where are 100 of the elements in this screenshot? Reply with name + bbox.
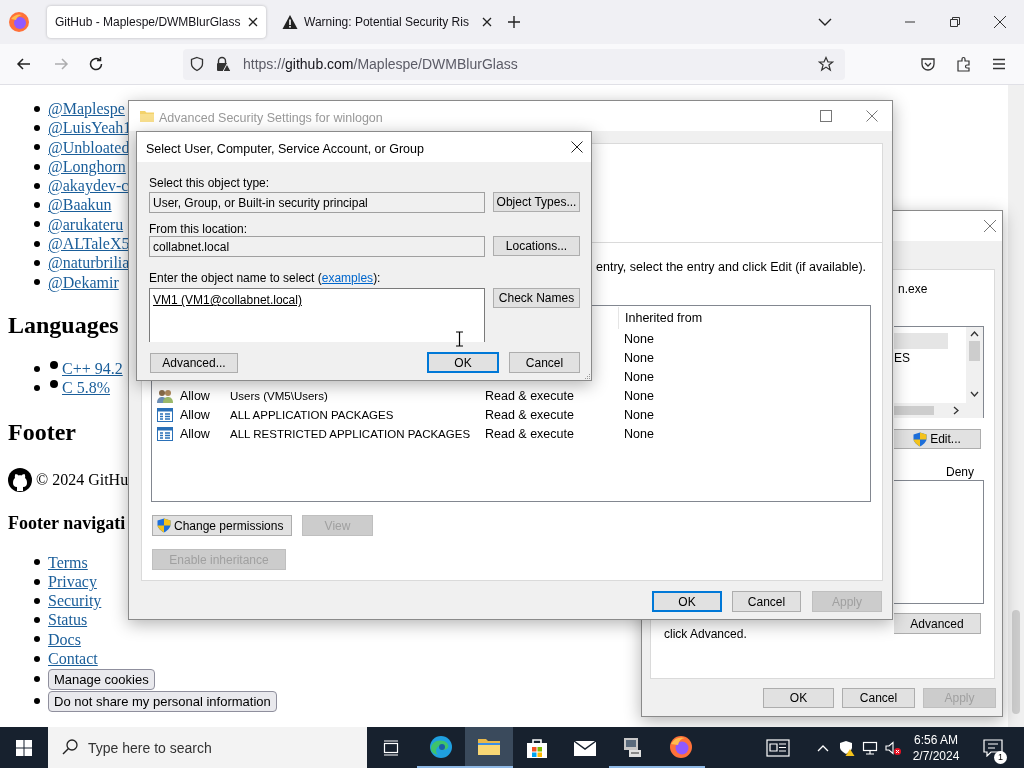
advanced-button[interactable]: Advanced...: [150, 353, 238, 373]
list-item[interactable]: ES: [894, 349, 910, 367]
contributor-link[interactable]: @Longhorn: [48, 156, 126, 177]
contributor-link[interactable]: @Unbloated: [48, 137, 130, 157]
footer-link[interactable]: Docs: [48, 629, 81, 650]
notification-icon[interactable]: [983, 739, 1003, 758]
close-icon[interactable]: [482, 17, 492, 27]
cookies-button[interactable]: Manage cookies: [48, 668, 155, 690]
footer-link[interactable]: Terms: [48, 552, 88, 572]
object-name-field[interactable]: VM1 (VM1@collabnet.local): [149, 288, 485, 342]
lock-warning-icon[interactable]: [215, 56, 231, 72]
browser-icon: [669, 734, 693, 759]
bullet-icon: [34, 636, 40, 643]
object-type-field[interactable]: User, Group, or Built-in security principal: [149, 192, 485, 213]
table-cell: Allow: [180, 427, 210, 442]
bullet-icon: [50, 360, 58, 369]
column-header[interactable]: Inherited from: [618, 307, 870, 329]
windows-icon: [16, 739, 32, 756]
contributor-link[interactable]: @akaydev-c: [48, 176, 129, 196]
maximize-icon[interactable]: [820, 110, 832, 122]
location-field[interactable]: collabnet.local: [149, 236, 485, 257]
logo-icon[interactable]: [8, 467, 32, 492]
shield-icon: [913, 431, 928, 447]
bullet-icon: [34, 240, 40, 247]
footer-link[interactable]: Status: [48, 610, 88, 630]
bullet-icon: [34, 144, 40, 151]
network-icon[interactable]: [862, 739, 878, 756]
cancel-button[interactable]: Cancel: [509, 352, 580, 373]
pocket-icon[interactable]: [920, 56, 936, 72]
star-icon[interactable]: [818, 56, 834, 72]
contributor-link[interactable]: @LuisYeah1: [48, 118, 132, 138]
table-cell: Read & execute: [485, 408, 574, 423]
examples-link[interactable]: examples: [321, 271, 374, 285]
shield-icon[interactable]: [189, 56, 205, 72]
close-icon[interactable]: [248, 17, 258, 27]
contributor-link[interactable]: @arukateru: [48, 214, 124, 235]
instruction-text: entry, select the entry and click Edit (if available).: [596, 259, 867, 276]
scrollbar-thumb[interactable]: [1012, 610, 1020, 714]
browser-tab[interactable]: GitHub - Maplespe/DWMBlurGlass: [47, 6, 266, 38]
footer-link[interactable]: Privacy: [48, 571, 97, 592]
contributor-link[interactable]: @naturbrilia: [48, 253, 130, 273]
list-box[interactable]: ES: [894, 326, 984, 418]
contributor-link[interactable]: @Maplespe: [48, 99, 125, 119]
bullet-icon: [34, 163, 40, 170]
browser-tab[interactable]: Warning: Potential Security Ris: [274, 6, 500, 38]
text-cursor-icon: [455, 331, 464, 347]
scrollbar[interactable]: [966, 327, 983, 403]
file-name-text: n.exe: [898, 281, 928, 298]
bullet-icon: [50, 379, 58, 388]
language-link[interactable]: C 5.8%: [62, 378, 110, 398]
bullet-icon: [34, 698, 40, 705]
reload-icon[interactable]: [88, 56, 104, 72]
scrollbar[interactable]: [894, 403, 983, 418]
bullet-icon: [34, 105, 40, 112]
task-view-icon: [383, 739, 399, 756]
scrollbar[interactable]: [1008, 85, 1024, 727]
bullet-icon: [34, 124, 40, 131]
locations-button[interactable]: Locations...: [493, 236, 580, 256]
cancel-button[interactable]: Cancel: [732, 591, 801, 612]
cancel-button[interactable]: Cancel: [842, 688, 915, 708]
change-permissions-button[interactable]: Change permissions: [152, 515, 292, 536]
news-icon[interactable]: [766, 738, 790, 757]
section-heading: Footer: [8, 417, 76, 446]
restore-icon[interactable]: [947, 14, 963, 30]
privacy-button[interactable]: Do not share my personal information: [48, 690, 277, 712]
scrollbar-thumb[interactable]: [894, 406, 934, 415]
shield-icon[interactable]: [839, 739, 855, 756]
ok-button[interactable]: OK: [652, 591, 722, 612]
contributor-link[interactable]: @Dekamir: [48, 272, 119, 292]
puzzle-icon[interactable]: [956, 56, 972, 72]
taskbar-button[interactable]: [465, 727, 513, 768]
scrollbar-thumb[interactable]: [969, 341, 980, 361]
search-field[interactable]: Type here to search: [48, 727, 367, 768]
copyright-text: © 2024 GitHu: [36, 469, 129, 490]
ok-button[interactable]: OK: [763, 688, 834, 708]
contributor-link[interactable]: @Baakun: [48, 195, 112, 215]
note-text: click Advanced.: [664, 626, 747, 643]
back-icon[interactable]: [16, 56, 32, 72]
muted-speaker-icon[interactable]: [885, 739, 901, 756]
folder-icon: [139, 108, 155, 124]
table-cell: Users (VM5\Users): [230, 389, 328, 404]
language-link[interactable]: C++ 94.2: [62, 358, 123, 379]
clock[interactable]: 6:56 AM 2/7/2024: [906, 731, 966, 764]
close-icon[interactable]: [992, 14, 1008, 30]
menu-icon[interactable]: [991, 56, 1007, 72]
resize-grip-icon[interactable]: [583, 372, 591, 380]
check-names-button[interactable]: Check Names: [493, 288, 580, 308]
footer-link[interactable]: Contact: [48, 649, 98, 669]
close-icon[interactable]: [571, 141, 583, 153]
plus-icon[interactable]: [506, 14, 522, 30]
ok-button[interactable]: OK: [427, 352, 499, 373]
advanced-button[interactable]: Advanced: [894, 613, 981, 634]
bullet-icon: [34, 365, 40, 372]
object-types-button[interactable]: Object Types...: [493, 192, 580, 212]
contributor-link[interactable]: @ALTaleX5: [48, 234, 130, 254]
footer-link[interactable]: Security: [48, 591, 102, 611]
edit-button[interactable]: Edit...: [894, 429, 981, 449]
table-cell: Read & execute: [485, 427, 574, 442]
chevron-up-icon[interactable]: [817, 743, 829, 752]
bullet-icon: [34, 597, 40, 604]
